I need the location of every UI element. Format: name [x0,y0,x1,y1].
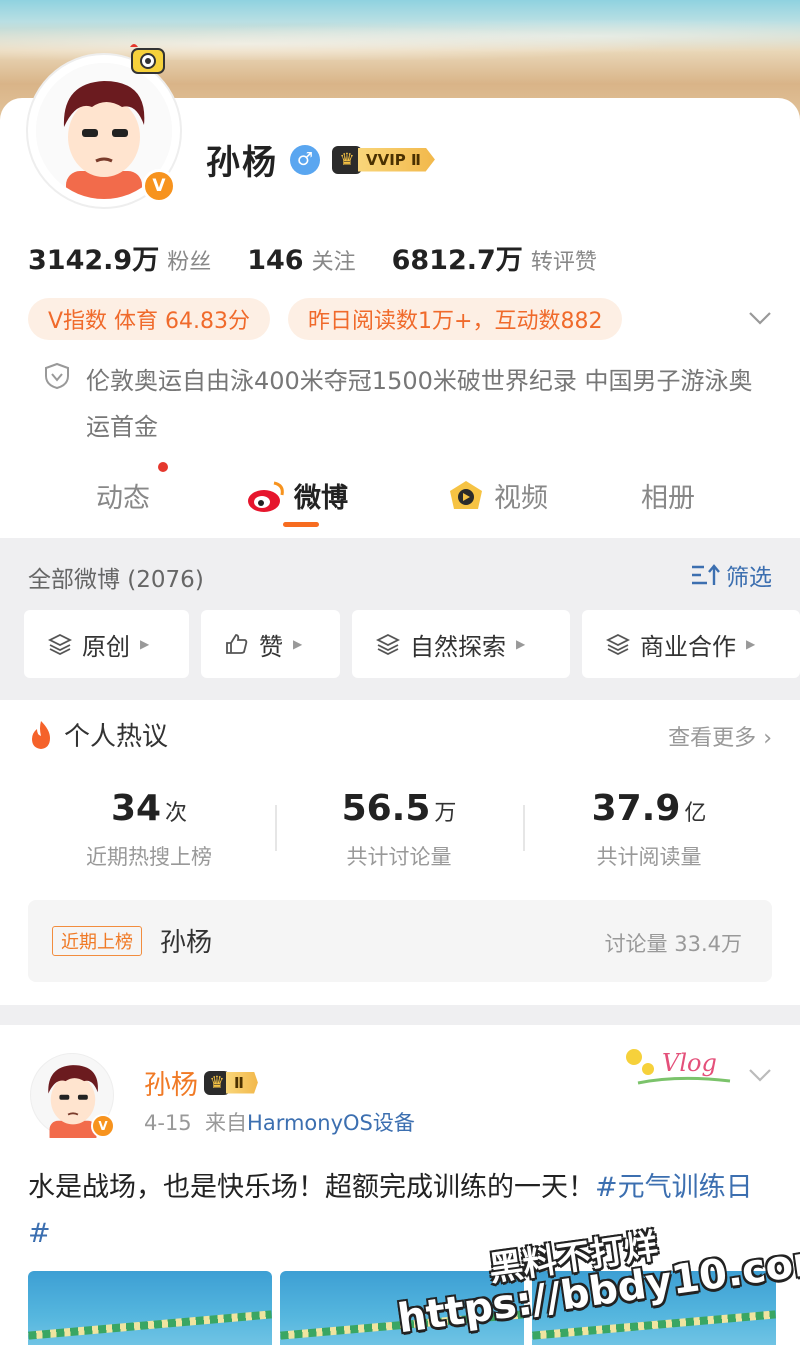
post-date: 4-15 [144,1111,192,1135]
following-count[interactable]: 146 [247,245,303,276]
verified-badge-icon: V [142,169,176,203]
crown-icon: ♛ [332,145,362,174]
following-label[interactable]: 关注 [312,244,356,276]
thumbs-up-icon [226,634,248,654]
shield-icon [45,362,69,390]
post-author-name[interactable]: 孙杨 [144,1063,198,1102]
metric-label: 共计阅读量 [596,845,702,869]
vlog-sticker-text: Vlog [662,1049,717,1077]
chip-business[interactable]: 商业合作 ▶ [582,610,800,678]
all-posts-count: 全部微博 (2076) [28,567,204,593]
chip-likes[interactable]: 赞 ▶ [201,610,340,678]
lane-rope [28,1310,272,1340]
chip-label: 赞 [259,632,283,661]
see-more-label: 查看更多 [668,726,757,751]
weibo-logo-icon [248,481,284,512]
chip-original[interactable]: 原创 ▶ [24,610,189,678]
profile-tags: V指数 体育 64.83分 昨日阅读数1万+，互动数882 [28,298,623,340]
section-divider [0,1005,800,1025]
reposts-count[interactable]: 6812.7万 [392,238,523,277]
chip-label: 商业合作 [640,632,736,661]
filter-icon [692,564,720,585]
trend-name: 孙杨 [160,928,213,958]
video-icon [450,480,482,509]
post-image[interactable] [28,1271,272,1345]
chip-label: 自然探索 [410,632,506,661]
metric-unit: 万 [434,801,457,826]
recent-trend-tag: 近期上榜 [52,926,142,956]
hot-topics-header: 个人热议 [28,716,168,753]
tab-label: 微博 [294,483,348,514]
reading-stats-tag[interactable]: 昨日阅读数1万+，互动数882 [288,298,623,340]
profile-tabs: 动态 微博 视频 相册 [0,462,800,532]
name-row: 孙杨 ♂ ♛ VVIP Ⅱ [206,135,435,184]
followers-label[interactable]: 粉丝 [167,244,211,276]
metric-unit: 次 [165,801,188,826]
camera-sticker-icon [130,44,165,74]
chevron-right-icon: › [763,726,772,751]
avatar[interactable]: V [26,44,182,209]
tab-video[interactable]: 视频 [446,476,548,515]
chevron-down-icon[interactable] [748,306,772,331]
metric-hot-search: 34 次 近期热搜上榜 [24,788,274,871]
profile-name: 孙杨 [206,143,278,183]
caret-right-icon: ▶ [746,637,756,651]
fire-icon [32,720,50,749]
active-tab-indicator [283,522,319,527]
caret-right-icon: ▶ [140,637,150,651]
caret-right-icon: ▶ [293,637,303,651]
metric-value: 34 [110,788,162,829]
chip-label: 原创 [82,632,130,661]
see-more-link[interactable]: 查看更多 › [668,720,772,752]
layers-icon [606,633,630,655]
personal-hot-topics: 个人热议 查看更多 › 34 次 近期热搜上榜 56.5 万 共计讨论量 37.9 亿… [0,700,800,1005]
v-index-tag[interactable]: V指数 体育 64.83分 [28,298,271,340]
post-text: 水是战场，也是快乐场！超额完成训练的一天！ [28,1172,595,1203]
metric-value: 37.9 [591,788,681,829]
post-category-chips: 原创 ▶ 赞 ▶ 自然探索 ▶ 商业合作 ▶ [24,610,800,678]
filter-section: 全部微博 (2076) 筛选 原创 ▶ 赞 ▶ 自然探索 ▶ 商业合作 ▶ [0,538,800,700]
hot-topics-title: 个人热议 [64,722,169,752]
member-badge[interactable]: ♛ Ⅱ [204,1069,258,1097]
post-author-row: 孙杨 ♛ Ⅱ [144,1063,258,1102]
verified-badge-icon: V [91,1114,115,1138]
metric-discussion: 56.5 万 共计讨论量 [274,788,524,871]
trend-discussion-count: 讨论量 33.4万 [604,932,742,956]
bio: 伦敦奥运自由泳400米夺冠1500米破世界纪录 中国男子游泳奥运首金 [44,358,764,450]
layers-icon [376,633,400,655]
tab-label: 视频 [494,483,548,514]
tab-weibo[interactable]: 微博 [246,476,348,515]
followers-count[interactable]: 3142.9万 [28,238,159,277]
post-source-prefix: 来自 [205,1111,248,1135]
member-level: Ⅱ [226,1071,258,1094]
vlog-sticker-icon: Vlog [626,1049,731,1085]
post-source[interactable]: HarmonyOS设备 [247,1111,415,1135]
tab-album[interactable]: 相册 [641,476,695,515]
metric-reads: 37.9 亿 共计阅读量 [524,788,774,871]
reposts-label[interactable]: 转评赞 [531,244,597,276]
trending-entry[interactable]: 近期上榜 孙杨 讨论量 33.4万 [28,900,772,982]
metric-unit: 亿 [684,801,707,826]
caret-right-icon: ▶ [516,637,526,651]
layers-icon [48,633,72,655]
chevron-down-icon[interactable] [748,1063,772,1088]
notification-dot [158,462,168,472]
post-meta: 4-15 来自HarmonyOS设备 [144,1107,415,1137]
vvip-label: VVIP Ⅱ [358,147,435,172]
bio-text: 伦敦奥运自由泳400米夺冠1500米破世界纪录 中国男子游泳奥运首金 [86,367,753,441]
metric-label: 近期热搜上榜 [86,845,212,869]
tab-activity[interactable]: 动态 [96,476,150,515]
stats-row: 3142.9万 粉丝 146 关注 6812.7万 转评赞 [28,238,633,277]
chip-nature-explore[interactable]: 自然探索 ▶ [352,610,570,678]
filter-button[interactable]: 筛选 [690,558,772,592]
post-author-avatar[interactable]: V [30,1053,115,1146]
tab-label: 动态 [96,483,150,514]
tab-label: 相册 [641,483,695,514]
male-gender-icon: ♂ [290,144,320,175]
vvip-badge[interactable]: ♛ VVIP Ⅱ [332,145,435,174]
metric-value: 56.5 [341,788,431,829]
metric-label: 共计讨论量 [346,845,452,869]
filter-label: 筛选 [726,565,772,591]
